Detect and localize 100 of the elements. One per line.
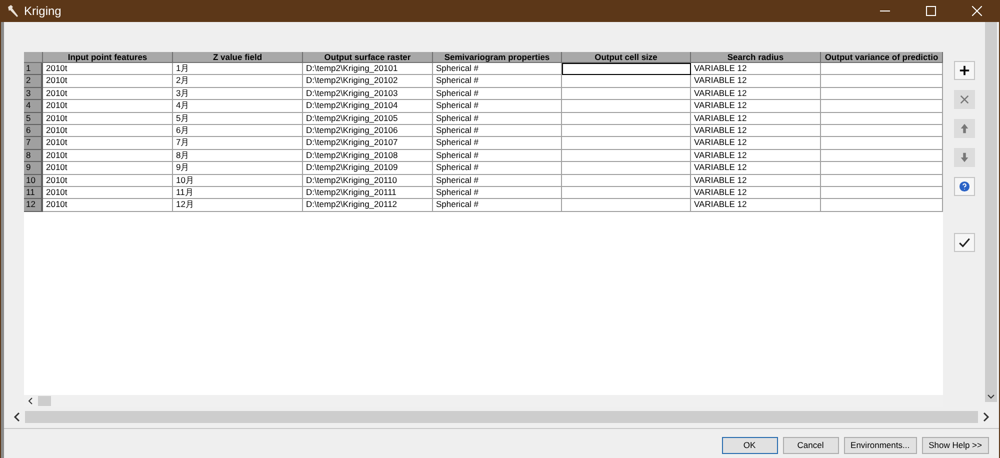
- table-cell: VARIABLE 12: [691, 174, 821, 187]
- table-cell[interactable]: [562, 199, 691, 212]
- close-icon: [958, 94, 970, 105]
- table-cell: VARIABLE 12: [691, 150, 821, 162]
- arrow-down-icon: [958, 152, 970, 163]
- check-icon: [958, 236, 970, 249]
- table-cell: VARIABLE 12: [691, 199, 821, 212]
- column-header[interactable]: Output variance of predictio: [821, 52, 943, 63]
- row-number[interactable]: 12: [24, 199, 43, 212]
- row-number[interactable]: 11: [24, 186, 43, 200]
- close-icon: [972, 6, 982, 16]
- table-cell: 1月: [173, 63, 303, 76]
- hammer-icon: [6, 4, 20, 18]
- table-cell[interactable]: [562, 63, 691, 76]
- table-cell: 10月: [173, 174, 303, 187]
- table-cell: VARIABLE 12: [691, 137, 821, 150]
- help-icon: [958, 181, 970, 192]
- row-number[interactable]: 4: [24, 100, 43, 113]
- chevron-left-icon[interactable]: [12, 411, 22, 423]
- row-number[interactable]: 1: [24, 63, 43, 76]
- table-cell: 11月: [173, 186, 303, 200]
- table-cell: 2010t: [43, 199, 173, 212]
- table-cell: Spherical #: [433, 100, 562, 113]
- table-cell: Spherical #: [433, 186, 562, 200]
- table-cell: 2010t: [43, 112, 173, 125]
- table-cell: D:\temp2\Kriging_20102: [303, 75, 433, 88]
- row-number[interactable]: 3: [24, 88, 43, 100]
- row-number[interactable]: 6: [24, 124, 43, 138]
- table-cell: Spherical #: [433, 75, 562, 88]
- table-cell[interactable]: [562, 75, 691, 88]
- table-cell: D:\temp2\Kriging_20108: [303, 150, 433, 162]
- table-cell[interactable]: [562, 124, 691, 138]
- table-cell: VARIABLE 12: [691, 63, 821, 76]
- table-cell: VARIABLE 12: [691, 162, 821, 175]
- table-cell: 2010t: [43, 88, 173, 100]
- page-scrollbar[interactable]: [12, 410, 991, 424]
- table-cell: D:\temp2\Kriging_20106: [303, 124, 433, 138]
- table-cell: VARIABLE 12: [691, 75, 821, 88]
- scrollbar-thumb[interactable]: [25, 411, 978, 423]
- table-cell[interactable]: [562, 150, 691, 162]
- table-cell[interactable]: [562, 174, 691, 187]
- table-cell: VARIABLE 12: [691, 112, 821, 125]
- vertical-scrollbar[interactable]: [985, 22, 997, 402]
- maximize-icon: [926, 6, 936, 16]
- table-cell: 9月: [173, 162, 303, 175]
- table-cell: 8月: [173, 150, 303, 162]
- table-cell: 2010t: [43, 162, 173, 175]
- table-cell: VARIABLE 12: [691, 124, 821, 138]
- table-cell: 2010t: [43, 186, 173, 200]
- table-cell: Spherical #: [433, 112, 562, 125]
- tool-button[interactable]: [954, 233, 974, 252]
- table-cell: VARIABLE 12: [691, 186, 821, 200]
- table-cell: 2010t: [43, 137, 173, 150]
- row-number[interactable]: 7: [24, 137, 43, 150]
- column-header[interactable]: Semivariogram properties: [433, 52, 562, 63]
- table-cell: 2010t: [43, 75, 173, 88]
- row-number[interactable]: 5: [24, 112, 43, 125]
- dialog-button[interactable]: Environments...: [844, 437, 917, 454]
- table-cell[interactable]: [562, 186, 691, 200]
- table-cell: Spherical #: [433, 88, 562, 100]
- corner-header[interactable]: [24, 52, 43, 63]
- column-header[interactable]: Z value field: [173, 52, 303, 63]
- table-cell: D:\temp2\Kriging_20101: [303, 63, 433, 76]
- tool-button[interactable]: [954, 61, 974, 80]
- dialog-button[interactable]: OK: [722, 437, 778, 454]
- table-cell: Spherical #: [433, 137, 562, 150]
- table-cell: 7月: [173, 137, 303, 150]
- table-cell: D:\temp2\Kriging_20111: [303, 186, 433, 200]
- table-cell: D:\temp2\Kriging_20112: [303, 199, 433, 212]
- arrow-up-icon: [958, 123, 970, 134]
- table-cell: 2010t: [43, 63, 173, 76]
- table-cell: 2010t: [43, 124, 173, 138]
- table-cell: 2010t: [43, 150, 173, 162]
- table-cell[interactable]: [562, 100, 691, 113]
- row-number[interactable]: 9: [24, 162, 43, 175]
- table-cell: D:\temp2\Kriging_20104: [303, 100, 433, 113]
- row-number[interactable]: 8: [24, 150, 43, 162]
- chevron-right-icon[interactable]: [981, 411, 991, 423]
- table-cell: D:\temp2\Kriging_20105: [303, 112, 433, 125]
- dialog-button[interactable]: Show Help >>: [922, 437, 989, 454]
- scrollbar-thumb[interactable]: [38, 396, 51, 406]
- column-header[interactable]: Input point features: [43, 52, 173, 63]
- table-cell[interactable]: [562, 162, 691, 175]
- row-number[interactable]: 10: [24, 174, 43, 187]
- table-cell[interactable]: [562, 88, 691, 100]
- column-header[interactable]: Search radius: [691, 52, 821, 63]
- table-cell: 6月: [173, 124, 303, 138]
- row-number[interactable]: 2: [24, 75, 43, 88]
- table-cell[interactable]: [562, 137, 691, 150]
- dialog-button[interactable]: Cancel: [782, 437, 839, 454]
- table-cell: 4月: [173, 100, 303, 113]
- table-cell: 2010t: [43, 174, 173, 187]
- table-cell[interactable]: [562, 112, 691, 125]
- table-cell: Spherical #: [433, 174, 562, 187]
- column-header[interactable]: Output cell size: [562, 52, 691, 63]
- plus-icon: [958, 65, 970, 76]
- window-title: Kriging: [24, 3, 62, 20]
- table-cell: Spherical #: [433, 124, 562, 138]
- table-cell: 2010t: [43, 100, 173, 113]
- column-header[interactable]: Output surface raster: [303, 52, 433, 63]
